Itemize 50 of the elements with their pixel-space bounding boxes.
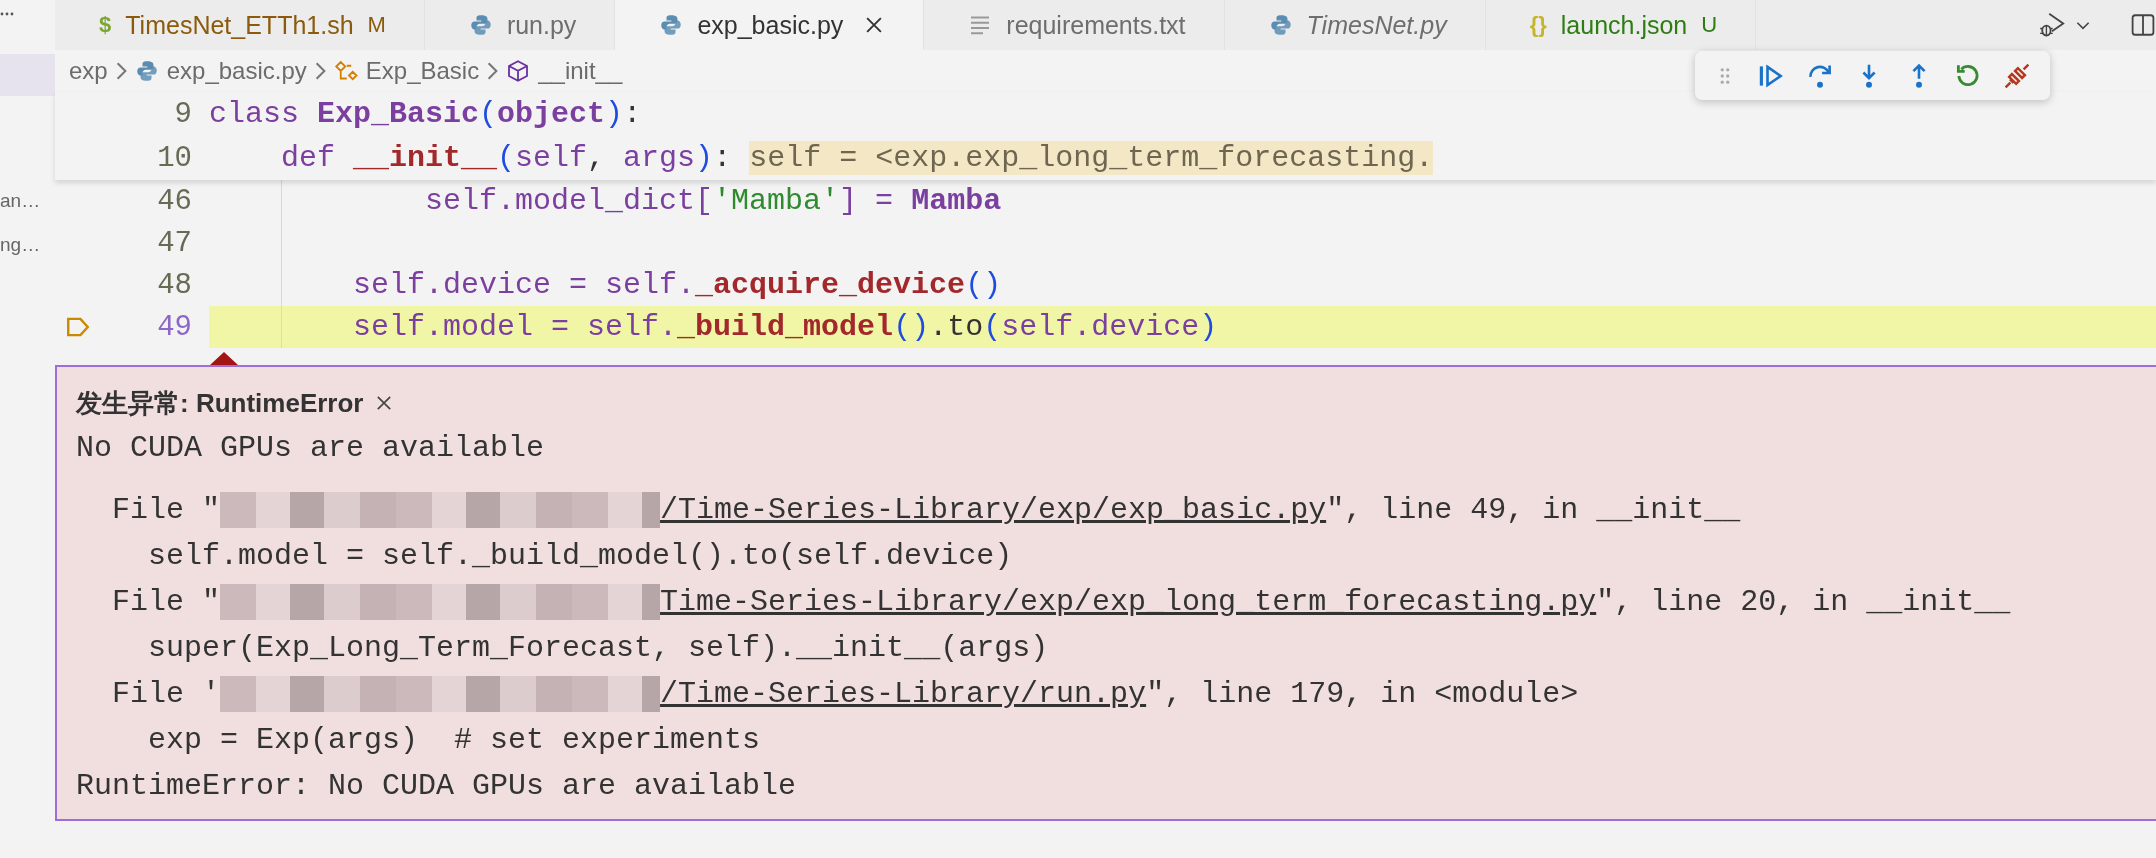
traceback-code: self.model = self._build_model().to(self.device) — [147, 538, 1014, 575]
traceback-code: exp = Exp(args) # set experiments — [147, 722, 762, 759]
exception-message: RuntimeError: No CUDA GPUs are available — [76, 768, 798, 805]
code-line: def __init__(self, args): — [281, 141, 733, 175]
file-link[interactable]: Time-Series-Library/exp/exp_long_term_forecasting.py — [660, 579, 1597, 625]
python-icon — [134, 59, 159, 83]
breadcrumb-item[interactable]: exp — [69, 57, 108, 85]
code-line: class Exp_Basic(object): — [209, 97, 642, 131]
exception-message: No CUDA GPUs are available — [76, 430, 546, 467]
traceback-code: super(Exp_Long_Term_Forecast, self).__init__(args) — [147, 630, 1050, 667]
traceback-text: File ' — [112, 676, 221, 713]
chevron-right-icon — [115, 62, 127, 80]
line-number: 46 — [157, 184, 192, 218]
chevron-right-icon — [314, 62, 326, 80]
traceback-text: ", line 179, in <module> — [1146, 676, 1579, 713]
editor-tab[interactable]: exp_basic.py — [615, 0, 925, 50]
line-number: 47 — [157, 226, 192, 260]
more-icon[interactable] — [0, 12, 14, 16]
git-status-letter: U — [1701, 12, 1718, 38]
file-link[interactable]: /Time-Series-Library/run.py — [660, 671, 1147, 717]
line-number: 9 — [174, 97, 192, 131]
file-link[interactable]: /Time-Series-Library/exp/exp_basic.py — [660, 487, 1327, 533]
traceback-text: File " — [112, 492, 221, 529]
cube-icon — [506, 59, 531, 83]
sidebar-item[interactable]: an… — [0, 188, 41, 214]
python-icon — [659, 13, 684, 37]
python-icon — [468, 13, 493, 37]
traceback-text: ", line 20, in __init__ — [1596, 584, 2011, 621]
sidebar-item[interactable]: ng… — [0, 232, 41, 258]
row-highlight — [0, 54, 55, 96]
disconnect-icon[interactable] — [2003, 61, 2032, 90]
breadcrumb-item[interactable]: Exp_Basic — [333, 57, 480, 85]
python-icon — [1268, 13, 1293, 37]
breadcrumb-item[interactable]: __init__ — [506, 57, 623, 85]
dollar-icon: $ — [99, 12, 112, 38]
run-debug-icon[interactable] — [2038, 11, 2066, 39]
class-icon — [333, 59, 358, 83]
split-editor-icon[interactable] — [2130, 11, 2156, 39]
traceback-text: ", line 49, in __init__ — [1326, 492, 1741, 529]
line-number: 10 — [157, 141, 192, 175]
pointer-triangle — [210, 352, 238, 365]
line-number: 48 — [157, 268, 192, 302]
braces-icon: {} — [1529, 12, 1547, 38]
exception-title: 发生异常: RuntimeError — [76, 386, 364, 420]
git-status-letter: M — [367, 12, 386, 38]
traceback-text: File " — [112, 584, 221, 621]
inline-value: self = <exp.exp_long_term_forecasting. — [749, 141, 1434, 175]
line-number: 49 — [157, 310, 192, 344]
chevron-right-icon — [487, 62, 499, 80]
breadcrumb-item[interactable]: exp_basic.py — [134, 57, 307, 85]
